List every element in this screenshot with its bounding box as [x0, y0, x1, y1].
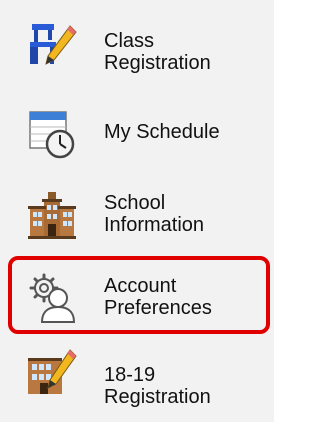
nav-item-18-19-registration[interactable]: 18-19 Registration [0, 334, 274, 418]
nav-item-class-registration[interactable]: Class Registration [0, 6, 274, 90]
label-line-1: School [104, 192, 166, 214]
label-line-1: 18-19 [104, 364, 156, 386]
label-line-1: Class [104, 30, 155, 52]
nav-item-label: Account Preferences [104, 275, 212, 319]
desk-pencil-icon [26, 20, 78, 72]
nav-item-my-schedule[interactable]: My Schedule [0, 90, 274, 174]
school-building-icon [26, 190, 78, 242]
label-line-2: Registration [104, 386, 211, 408]
label-line-1: My Schedule [104, 121, 220, 143]
label-line-2: Information [104, 214, 205, 236]
user-gear-icon [26, 272, 78, 324]
building-pencil-icon [26, 348, 78, 400]
calendar-clock-icon [26, 108, 78, 160]
side-navigation: Class Registration My Schedule School In… [0, 0, 274, 422]
label-line-2: Preferences [104, 297, 212, 319]
nav-item-label: My Schedule [104, 121, 220, 143]
nav-item-label: 18-19 Registration [104, 364, 211, 408]
nav-item-label: School Information [104, 192, 204, 236]
label-line-2: Registration [104, 52, 211, 74]
label-line-1: Account [104, 275, 177, 297]
nav-item-account-preferences[interactable]: Account Preferences [0, 254, 274, 338]
nav-item-label: Class Registration [104, 30, 211, 74]
nav-item-school-information[interactable]: School Information [0, 174, 274, 258]
